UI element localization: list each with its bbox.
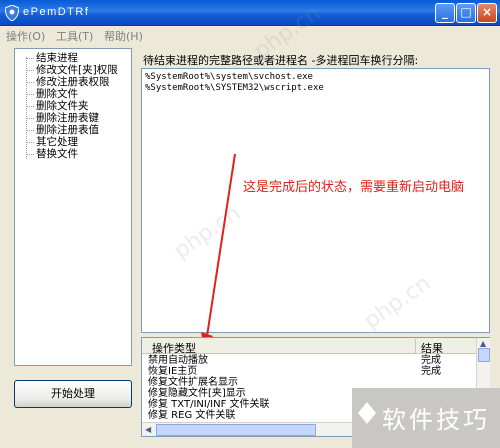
path-entry: %SystemRoot%\system\svchost.exe — [145, 72, 313, 82]
tree-item-end-process[interactable]: 结束进程 — [15, 52, 131, 64]
watermark-logo-icon — [358, 402, 376, 424]
row-operation: 禁用自动播放 — [148, 355, 208, 366]
watermark-text: 软件技巧 — [382, 406, 490, 434]
path-entry: %SystemRoot%\SYSTEM32\wscript.exe — [145, 83, 324, 93]
title-bar[interactable]: ePemDTRf _ □ × — [0, 0, 500, 26]
scroll-thumb[interactable] — [478, 348, 490, 362]
row-result: 完成 — [421, 355, 441, 366]
tree-item-label: 修改注册表权限 — [36, 76, 110, 88]
column-header-result[interactable]: 结果 — [421, 340, 443, 356]
tree-item-registry-permission[interactable]: 修改注册表权限 — [15, 76, 131, 88]
tree-item-file-permission[interactable]: 修改文件[夹]权限 — [15, 64, 131, 76]
tree-item-other[interactable]: 其它处理 — [15, 136, 131, 148]
tree-item-label: 结束进程 — [36, 52, 78, 64]
table-row[interactable]: 修复文件扩展名显示 — [142, 378, 476, 388]
table-row[interactable]: 禁用自动播放 完成 — [142, 356, 476, 366]
row-operation: 修复 REG 文件关联 — [148, 410, 236, 421]
row-operation: 修复隐藏文件[夹]显示 — [148, 388, 246, 399]
tree-item-delete-registry-key[interactable]: 删除注册表键 — [15, 112, 131, 124]
tree-item-label: 替换文件 — [36, 148, 78, 160]
scroll-left-icon[interactable]: ◀ — [145, 425, 151, 434]
row-operation: 恢复IE主页 — [148, 366, 198, 377]
minimize-button[interactable]: _ — [435, 3, 455, 23]
path-textarea[interactable]: %SystemRoot%\system\svchost.exe %SystemR… — [141, 68, 490, 333]
row-operation: 修复 TXT/INI/INF 文件关联 — [148, 399, 270, 410]
table-row[interactable]: 恢复IE主页 完成 — [142, 367, 476, 377]
start-button[interactable]: 开始处理 — [14, 380, 132, 408]
row-result: 完成 — [421, 366, 441, 377]
close-button[interactable]: × — [477, 3, 497, 23]
shield-icon — [5, 5, 19, 21]
tree-item-label: 删除文件 — [36, 88, 78, 100]
task-tree: 结束进程 修改文件[夹]权限 修改注册表权限 删除文件 删除文件夹 删除注册表键… — [14, 48, 132, 366]
scroll-thumb[interactable] — [156, 424, 316, 436]
tree-item-label: 删除注册表值 — [36, 124, 99, 136]
watermark-banner: 软件技巧 — [352, 388, 500, 448]
tree-item-delete-file[interactable]: 删除文件 — [15, 88, 131, 100]
window-title: ePemDTRf — [23, 6, 90, 18]
menu-operate[interactable]: 操作(O) — [6, 28, 45, 44]
tree-item-label: 删除文件夹 — [36, 100, 89, 112]
app-window: ePemDTRf _ □ × 操作(O) 工具(T) 帮助(H) 结束进程 修改… — [0, 0, 500, 448]
tree-item-label: 删除注册表键 — [36, 112, 99, 124]
tree-item-delete-folder[interactable]: 删除文件夹 — [15, 100, 131, 112]
scroll-up-icon[interactable]: ▲ — [480, 339, 486, 348]
row-operation: 修复文件扩展名显示 — [148, 377, 238, 388]
results-header: 操作类型 结果 — [142, 338, 476, 356]
menu-help[interactable]: 帮助(H) — [104, 28, 143, 44]
tree-item-replace-file[interactable]: 替换文件 — [15, 148, 131, 160]
tree-item-delete-registry-value[interactable]: 删除注册表值 — [15, 124, 131, 136]
column-header-operation[interactable]: 操作类型 — [152, 340, 196, 356]
menu-tools[interactable]: 工具(T) — [56, 28, 93, 44]
tree-item-label: 修改文件[夹]权限 — [36, 64, 118, 76]
maximize-button[interactable]: □ — [456, 3, 476, 23]
path-prompt: 待结束进程的完整路径或者进程名 -多进程回车换行分隔: — [143, 54, 419, 67]
menu-bar: 操作(O) 工具(T) 帮助(H) — [0, 26, 500, 44]
annotation-note: 这是完成后的状态，需要重新启动电脑 — [243, 180, 465, 195]
tree-item-label: 其它处理 — [36, 136, 78, 148]
